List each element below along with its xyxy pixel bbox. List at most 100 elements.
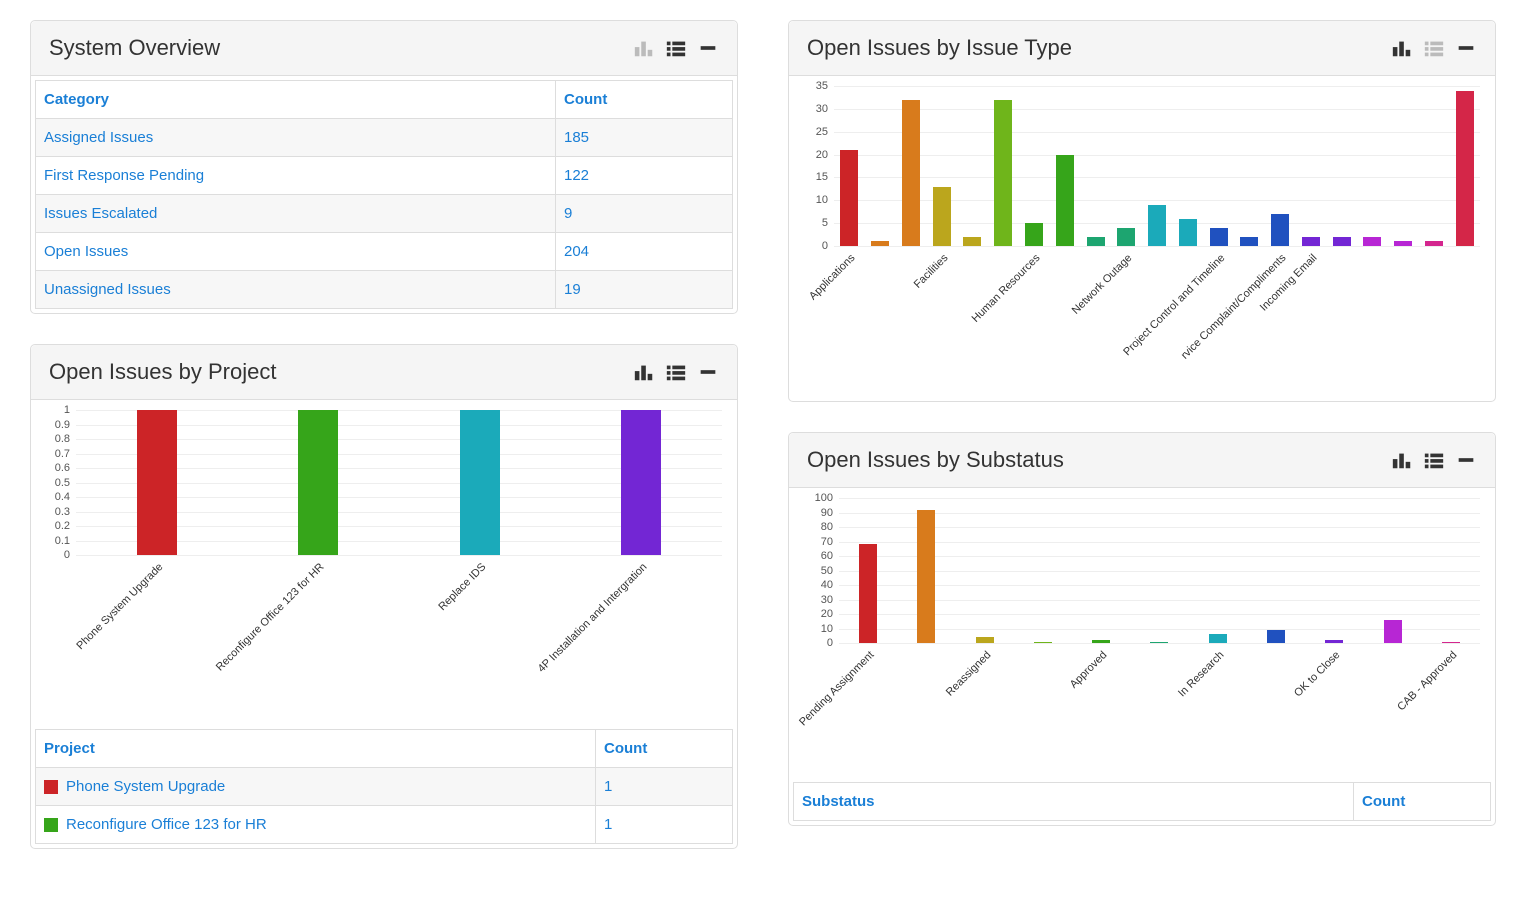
- x-label: Human Resources: [1034, 252, 1042, 260]
- chart-bar[interactable]: [859, 544, 877, 643]
- y-tick: 50: [821, 565, 839, 577]
- chart-bar[interactable]: [1209, 634, 1227, 643]
- chart-bar[interactable]: [840, 150, 858, 246]
- chart-bar[interactable]: [1271, 214, 1289, 246]
- chart-bar[interactable]: [1384, 620, 1402, 643]
- chart-bar[interactable]: [1267, 630, 1285, 643]
- panel-title: System Overview: [49, 35, 623, 61]
- bar-chart-icon[interactable]: [1391, 451, 1413, 469]
- chart-bar[interactable]: [137, 410, 177, 555]
- table-cell[interactable]: Reconfigure Office 123 for HR: [36, 806, 596, 844]
- chart-bar[interactable]: [1333, 237, 1351, 246]
- table-cell[interactable]: 204: [556, 233, 733, 271]
- project-chart: 00.10.20.30.40.50.60.70.80.91 Phone Syst…: [31, 400, 737, 725]
- col-count: Count: [1354, 783, 1491, 821]
- chart-bar[interactable]: [1302, 237, 1320, 246]
- substatus-table: Substatus Count: [793, 782, 1491, 821]
- x-label: OK to Close: [1334, 649, 1342, 657]
- collapse-icon[interactable]: [697, 39, 719, 57]
- chart-bar[interactable]: [1148, 205, 1166, 246]
- y-tick: 15: [816, 171, 834, 183]
- chart-bar[interactable]: [917, 510, 935, 643]
- table-cell[interactable]: 1: [596, 806, 733, 844]
- col-substatus: Substatus: [794, 783, 1354, 821]
- bar-chart-icon[interactable]: [633, 363, 655, 381]
- table-cell[interactable]: 185: [556, 119, 733, 157]
- list-icon[interactable]: [1423, 39, 1445, 57]
- chart-bar[interactable]: [1087, 237, 1105, 246]
- col-count: Count: [556, 81, 733, 119]
- chart-bar[interactable]: [621, 410, 661, 555]
- x-label: Project Control and Timeline: [1219, 252, 1227, 260]
- x-label: Reassigned: [985, 649, 993, 657]
- y-tick: 30: [821, 594, 839, 606]
- panel-header: Open Issues by Substatus: [789, 433, 1495, 488]
- panel-title: Open Issues by Project: [49, 359, 623, 385]
- x-label: Pending Assignment: [868, 649, 876, 657]
- y-tick: 0.1: [55, 535, 76, 547]
- x-label: Reconfigure Office 123 for HR: [318, 561, 326, 569]
- y-tick: 20: [816, 149, 834, 161]
- collapse-icon[interactable]: [1455, 451, 1477, 469]
- table-cell[interactable]: 19: [556, 271, 733, 309]
- chart-bar[interactable]: [298, 410, 338, 555]
- chart-bar[interactable]: [1240, 237, 1258, 246]
- y-tick: 0.7: [55, 448, 76, 460]
- panel-system-overview: System Overview Category Count Assigned …: [30, 20, 738, 314]
- y-tick: 90: [821, 507, 839, 519]
- table-cell[interactable]: Open Issues: [36, 233, 556, 271]
- chart-bar[interactable]: [1056, 155, 1074, 246]
- table-cell[interactable]: First Response Pending: [36, 157, 556, 195]
- table-cell[interactable]: 122: [556, 157, 733, 195]
- chart-bar[interactable]: [1117, 228, 1135, 246]
- collapse-icon[interactable]: [1455, 39, 1477, 57]
- type-chart: 05101520253035 ApplicationsFacilitiesHum…: [789, 76, 1495, 401]
- y-tick: 60: [821, 550, 839, 562]
- y-tick: 0.4: [55, 491, 76, 503]
- y-tick: 5: [822, 217, 834, 229]
- list-icon[interactable]: [665, 363, 687, 381]
- table-cell[interactable]: Assigned Issues: [36, 119, 556, 157]
- chart-bar[interactable]: [994, 100, 1012, 246]
- y-tick: 10: [816, 194, 834, 206]
- project-table: Project Count Phone System Upgrade1Recon…: [35, 729, 733, 844]
- table-cell[interactable]: 9: [556, 195, 733, 233]
- panel-by-substatus: Open Issues by Substatus 010203040506070…: [788, 432, 1496, 826]
- x-label: Network Outage: [1126, 252, 1134, 260]
- table-cell[interactable]: Issues Escalated: [36, 195, 556, 233]
- panel-header: Open Issues by Issue Type: [789, 21, 1495, 76]
- col-category: Category: [36, 81, 556, 119]
- chart-bar[interactable]: [1456, 91, 1474, 246]
- y-tick: 1: [64, 404, 76, 416]
- chart-bar[interactable]: [1179, 219, 1197, 246]
- x-label: rvice Complaint/Compliments: [1280, 252, 1288, 260]
- chart-bar[interactable]: [1025, 223, 1043, 246]
- y-tick: 25: [816, 126, 834, 138]
- bar-chart-icon[interactable]: [633, 39, 655, 57]
- table-cell[interactable]: Unassigned Issues: [36, 271, 556, 309]
- x-label: CAB - Approved: [1451, 649, 1459, 657]
- y-tick: 0.9: [55, 419, 76, 431]
- y-tick: 0.2: [55, 520, 76, 532]
- chart-bar[interactable]: [1363, 237, 1381, 246]
- chart-bar[interactable]: [460, 410, 500, 555]
- chart-bar[interactable]: [963, 237, 981, 246]
- collapse-icon[interactable]: [697, 363, 719, 381]
- list-icon[interactable]: [665, 39, 687, 57]
- col-count: Count: [596, 730, 733, 768]
- y-tick: 0: [64, 549, 76, 561]
- y-tick: 40: [821, 579, 839, 591]
- chart-bar[interactable]: [1210, 228, 1228, 246]
- y-tick: 0.5: [55, 477, 76, 489]
- table-cell[interactable]: Phone System Upgrade: [36, 768, 596, 806]
- col-project: Project: [36, 730, 596, 768]
- y-tick: 100: [815, 492, 839, 504]
- y-tick: 0: [827, 637, 839, 649]
- chart-bar[interactable]: [902, 100, 920, 246]
- chart-bar[interactable]: [933, 187, 951, 246]
- list-icon[interactable]: [1423, 451, 1445, 469]
- table-cell[interactable]: 1: [596, 768, 733, 806]
- y-tick: 0: [822, 240, 834, 252]
- x-label: In Research: [1218, 649, 1226, 657]
- bar-chart-icon[interactable]: [1391, 39, 1413, 57]
